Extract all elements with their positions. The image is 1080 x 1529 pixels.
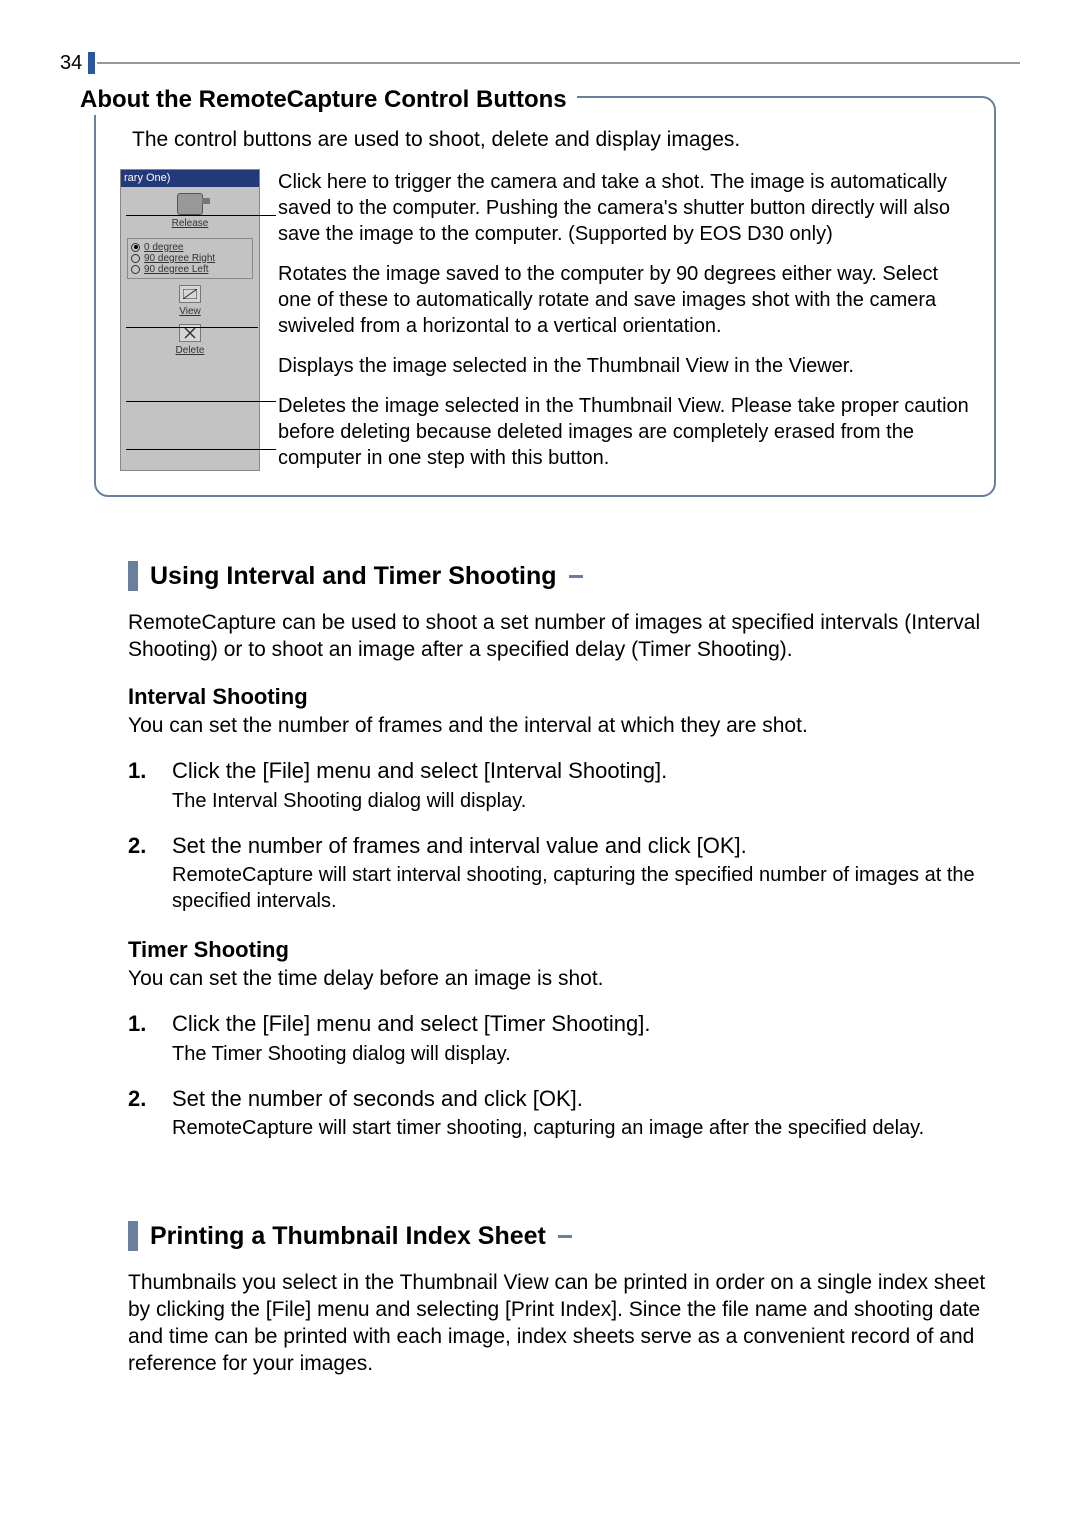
section-intro: RemoteCapture can be used to shoot a set… (128, 609, 996, 664)
section-printing: Printing a Thumbnail Index Sheet Thumbna… (128, 1220, 996, 1398)
rotate-left-label: 90 degree Left (144, 264, 209, 275)
interval-step-1: 1. Click the [File] menu and select [Int… (128, 757, 996, 814)
section-title: Using Interval and Timer Shooting (150, 560, 557, 593)
section-title: Printing a Thumbnail Index Sheet (150, 1220, 546, 1253)
delete-description: Deletes the image selected in the Thumbn… (278, 393, 970, 471)
step-title: Click the [File] menu and select [Interv… (172, 757, 996, 786)
page-number-accent (88, 52, 95, 74)
rotate-right-label: 90 degree Right (144, 253, 215, 264)
timer-intro: You can set the time delay before an ima… (128, 965, 996, 992)
delete-button-area[interactable]: Delete (125, 324, 255, 357)
leader-line (126, 327, 258, 328)
rotate-left-radio[interactable]: 90 degree Left (131, 264, 249, 275)
step-number: 2. (128, 1085, 152, 1142)
section-interval-timer: Using Interval and Timer Shooting Remote… (128, 560, 996, 1141)
leader-line (126, 215, 276, 216)
page-header-rule (97, 62, 1020, 64)
page-header: 34 (60, 50, 1020, 76)
radio-icon (131, 254, 140, 263)
rotate-description: Rotates the image saved to the computer … (278, 261, 970, 339)
section-accent-line (569, 575, 583, 578)
callout-title-wrap: About the RemoteCapture Control Buttons (80, 84, 577, 115)
step-number: 1. (128, 1010, 152, 1067)
panel-titlebar: rary One) (121, 170, 259, 186)
view-label: View (179, 305, 201, 318)
step-description: The Timer Shooting dialog will display. (172, 1041, 996, 1067)
rotate-right-radio[interactable]: 90 degree Right (131, 253, 249, 264)
callout-descriptions: Click here to trigger the camera and tak… (278, 169, 970, 471)
step-description: RemoteCapture will start timer shooting,… (172, 1115, 996, 1141)
section-heading: Using Interval and Timer Shooting (128, 560, 996, 593)
rotate-0-label: 0 degree (144, 242, 183, 253)
view-icon (179, 285, 201, 303)
step-number: 2. (128, 832, 152, 915)
leader-line (126, 449, 276, 450)
callout-title: About the RemoteCapture Control Buttons (80, 84, 567, 115)
timer-step-1: 1. Click the [File] menu and select [Tim… (128, 1010, 996, 1067)
step-number: 1. (128, 757, 152, 814)
interval-intro: You can set the number of frames and the… (128, 712, 996, 739)
section-accent-bar (128, 1221, 138, 1251)
section-heading: Printing a Thumbnail Index Sheet (128, 1220, 996, 1253)
interval-step-2: 2. Set the number of frames and interval… (128, 832, 996, 915)
release-description: Click here to trigger the camera and tak… (278, 169, 970, 247)
callout-box: About the RemoteCapture Control Buttons … (94, 96, 996, 497)
step-description: RemoteCapture will start interval shooti… (172, 862, 996, 914)
step-title: Click the [File] menu and select [Timer … (172, 1010, 996, 1039)
camera-icon (177, 193, 203, 215)
section-accent-bar (128, 561, 138, 591)
rotate-group: 0 degree 90 degree Right 90 degree Left (127, 238, 253, 279)
step-title: Set the number of frames and interval va… (172, 832, 996, 861)
release-label: Release (172, 217, 209, 230)
step-description: The Interval Shooting dialog will displa… (172, 788, 996, 814)
leader-line (126, 401, 276, 402)
timer-heading: Timer Shooting (128, 936, 996, 965)
delete-label: Delete (176, 344, 205, 357)
rotate-0-radio[interactable]: 0 degree (131, 242, 249, 253)
timer-step-2: 2. Set the number of seconds and click [… (128, 1085, 996, 1142)
interval-heading: Interval Shooting (128, 683, 996, 712)
step-title: Set the number of seconds and click [OK]… (172, 1085, 996, 1114)
section-accent-line (558, 1235, 572, 1238)
view-description: Displays the image selected in the Thumb… (278, 353, 970, 379)
page-number: 34 (60, 50, 82, 76)
callout-intro: The control buttons are used to shoot, d… (132, 126, 970, 153)
section-body: Thumbnails you select in the Thumbnail V… (128, 1269, 996, 1378)
delete-icon (179, 324, 201, 342)
view-button-area[interactable]: View (125, 285, 255, 318)
radio-icon (131, 243, 140, 252)
radio-icon (131, 265, 140, 274)
release-button-area[interactable]: Release (125, 193, 255, 230)
